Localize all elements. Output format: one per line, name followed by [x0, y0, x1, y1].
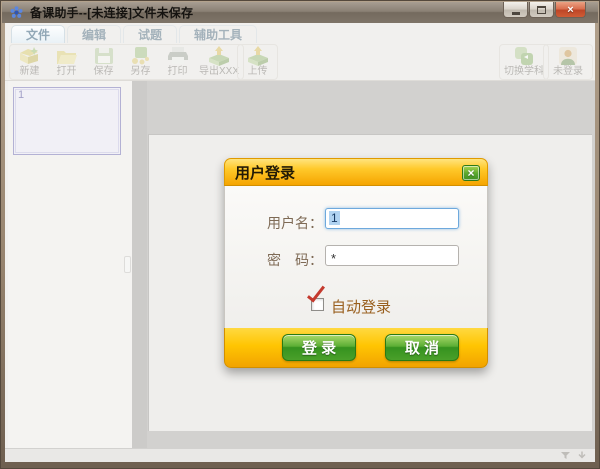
toolbar-switch-subject-label: 切换学科	[504, 66, 544, 77]
page-thumbnail-border	[15, 89, 119, 153]
minimize-icon	[511, 11, 520, 15]
toolbar-save-button[interactable]: 保存	[85, 45, 122, 79]
toolbar-save-label: 保存	[93, 66, 114, 77]
down-arrow-icon[interactable]	[577, 447, 587, 465]
auto-login-label[interactable]: 自动登录	[331, 296, 391, 317]
close-window-button[interactable]: ×	[555, 2, 586, 18]
maximize-button[interactable]	[529, 2, 554, 18]
tab-aux-tools[interactable]: 辅助工具	[179, 25, 258, 43]
open-icon	[55, 45, 79, 66]
maximize-icon	[537, 5, 546, 14]
toolbar-file-group: 新建 打开 保存 另存 打印 导出XXX	[9, 44, 244, 80]
screenshot-root: 备课助手--[未连接]文件未保存 × 文件 编辑 试题 辅助工具 新建 打开 保…	[0, 0, 600, 469]
page-thumbnail-number: 1	[18, 89, 25, 101]
window-title: 备课助手--[未连接]文件未保存	[30, 6, 194, 20]
toolbar-not-logged-in-button[interactable]: 未登录	[545, 45, 591, 79]
page-thumbnail-1[interactable]: 1	[13, 87, 121, 155]
toolbar-upload-group: 上传	[237, 44, 278, 80]
funnel-icon[interactable]	[560, 447, 571, 465]
toolbar-not-logged-in-label: 未登录	[553, 66, 583, 77]
tab-questions[interactable]: 试题	[123, 25, 178, 43]
username-input[interactable]: 1	[325, 208, 459, 229]
cancel-button[interactable]: 取 消	[385, 334, 459, 361]
login-dialog-title: 用户登录	[235, 164, 296, 182]
toolbar-open-label: 打开	[56, 66, 77, 77]
password-value: *	[331, 251, 337, 266]
save-icon	[93, 45, 115, 66]
login-dialog-footer: 登 录 取 消	[224, 328, 488, 368]
toolbar-export-label: 导出XXX	[198, 66, 239, 77]
toolbar-login-status-group: 未登录	[543, 44, 593, 80]
user-icon	[558, 45, 578, 66]
login-dialog-body: 用户名： 1 密 码： * 自动登录	[224, 186, 488, 328]
toolbar-new-label: 新建	[19, 66, 40, 77]
page-thumbnail-sidebar: 1	[8, 81, 132, 450]
save-as-icon	[129, 45, 153, 66]
toolbar-new-button[interactable]: 新建	[11, 45, 48, 79]
close-icon: ×	[467, 165, 475, 180]
new-file-icon	[18, 45, 42, 66]
sidebar-splitter[interactable]	[132, 81, 147, 450]
status-bar	[5, 448, 595, 462]
toolbar-save-as-label: 另存	[130, 66, 151, 77]
toolbar-switch-subject-button[interactable]: 切换学科	[501, 45, 547, 79]
toolbar-upload-label: 上传	[247, 66, 268, 77]
username-value-selected: 1	[329, 211, 340, 225]
sidebar-collapse-handle[interactable]	[124, 256, 131, 273]
window-controls: ×	[502, 2, 586, 18]
tab-edit[interactable]: 编辑	[67, 25, 122, 43]
login-dialog: 用户登录 × 用户名： 1 密 码： * 自动登录 登 录 取 消	[224, 158, 488, 368]
toolbar: 新建 打开 保存 另存 打印 导出XXX 上传 切换学科 未登录	[5, 43, 595, 81]
ribbon-tabs: 文件 编辑 试题 辅助工具	[11, 25, 259, 43]
toolbar-export-button[interactable]: 导出XXX	[196, 45, 242, 79]
minimize-button[interactable]	[503, 2, 528, 18]
print-icon	[166, 45, 190, 66]
toolbar-save-as-button[interactable]: 另存	[122, 45, 159, 79]
username-label: 用户名：	[267, 215, 323, 231]
toolbar-print-button[interactable]: 打印	[159, 45, 196, 79]
app-icon	[10, 6, 23, 18]
password-label: 密 码：	[267, 252, 323, 268]
upload-icon	[246, 45, 270, 66]
export-icon	[207, 45, 231, 66]
password-input[interactable]: *	[325, 245, 459, 266]
toolbar-upload-button[interactable]: 上传	[239, 45, 276, 79]
switch-subject-icon	[513, 45, 535, 66]
login-dialog-titlebar: 用户登录 ×	[224, 158, 488, 186]
login-button[interactable]: 登 录	[282, 334, 356, 361]
tab-file[interactable]: 文件	[11, 25, 66, 43]
login-dialog-close-button[interactable]: ×	[462, 165, 480, 181]
toolbar-switch-subject-group: 切换学科	[499, 44, 549, 80]
toolbar-open-button[interactable]: 打开	[48, 45, 85, 79]
close-icon: ×	[567, 3, 574, 16]
toolbar-print-label: 打印	[167, 66, 188, 77]
